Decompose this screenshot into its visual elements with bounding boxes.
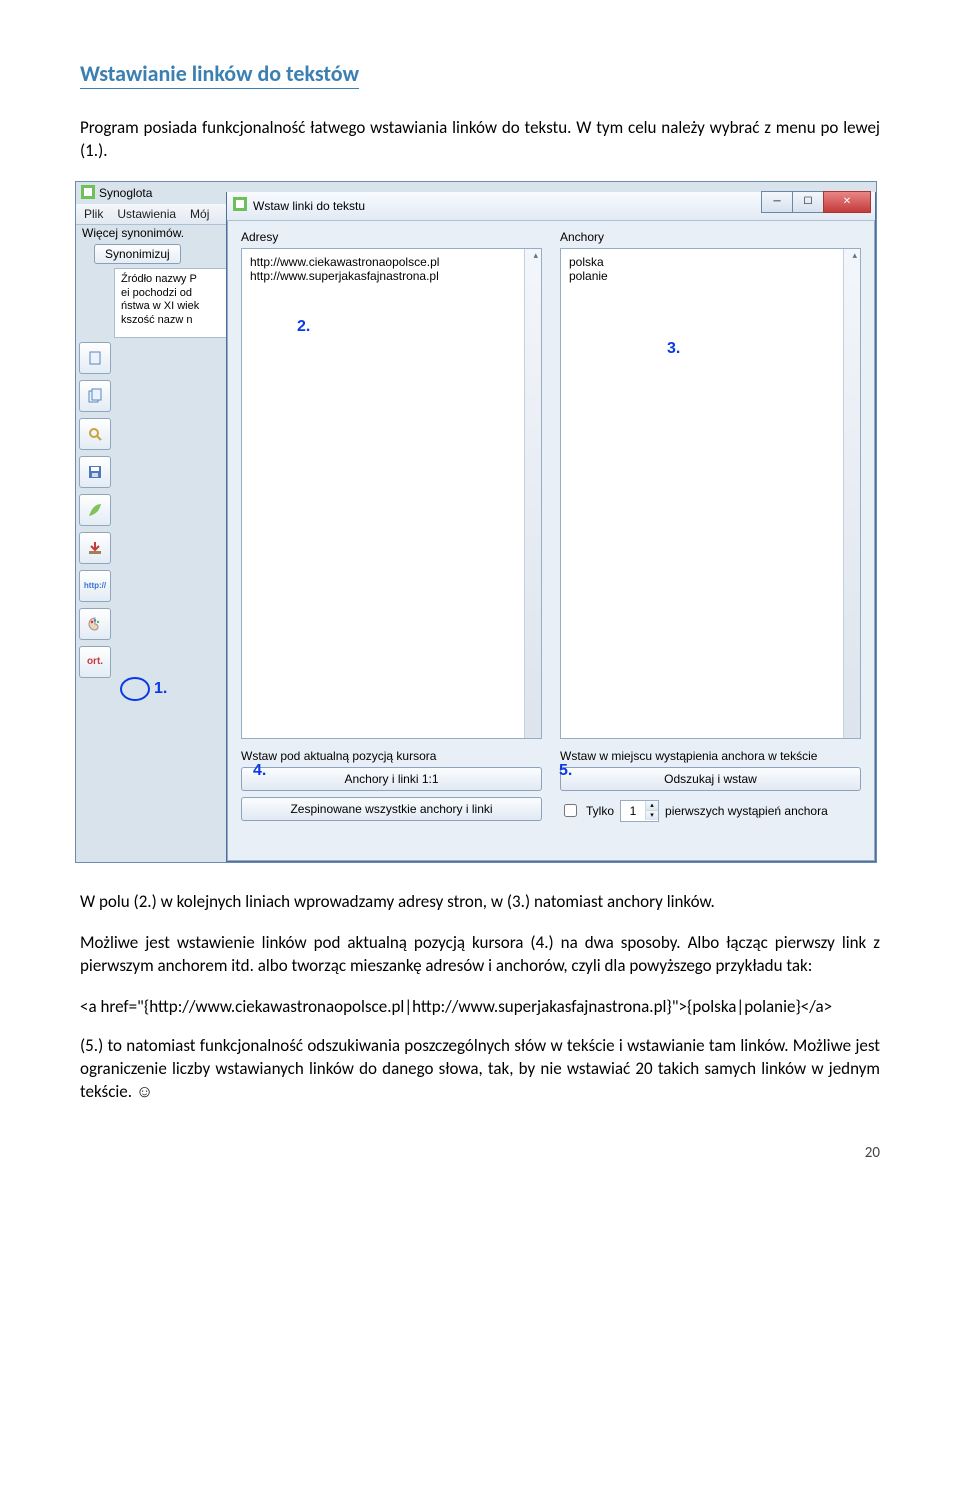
right-section-label: Wstaw w miejscu wystąpienia anchora w te…: [560, 749, 861, 763]
only-label: Tylko: [586, 804, 614, 818]
marker-5: 5.: [559, 762, 572, 780]
dialog-icon: [233, 197, 247, 214]
tool-link-icon[interactable]: http://: [79, 570, 111, 602]
menu-plik[interactable]: Plik: [84, 207, 103, 221]
app-screenshot: Synoglota Plik Ustawienia Mój Więcej syn…: [75, 181, 877, 863]
page-title: Wstawianie linków do tekstów: [80, 60, 359, 89]
window-controls: ─ ☐ ✕: [762, 191, 871, 213]
only-checkbox[interactable]: [564, 804, 577, 817]
code-example: <a href="{http://www.ciekawastronaopolsc…: [80, 996, 880, 1017]
dialog-title-text: Wstaw linki do tekstu: [253, 199, 365, 213]
para-3: Możliwe jest wstawienie linków pod aktua…: [80, 932, 880, 978]
menu-moj[interactable]: Mój: [190, 207, 209, 221]
maximize-button[interactable]: ☐: [792, 191, 824, 213]
adresy-label: Adresy: [241, 230, 542, 244]
intro-paragraph: Program posiada funkcjonalność łatwego w…: [80, 117, 880, 163]
spin-down[interactable]: ▾: [646, 811, 658, 820]
para-4: (5.) to natomiast funkcjonalność odszuki…: [80, 1035, 880, 1104]
minimize-button[interactable]: ─: [761, 191, 793, 213]
bg-window-title-text: Synoglota: [99, 186, 152, 200]
tool-palette-icon[interactable]: [79, 608, 111, 640]
only-suffix-label: pierwszych wystąpień anchora: [665, 804, 828, 818]
tool-docs-icon[interactable]: [79, 380, 111, 412]
bg-window-title: Synoglota: [81, 185, 152, 202]
tool-doc-icon[interactable]: [79, 342, 111, 374]
odszukaj-wstaw-button[interactable]: Odszukaj i wstaw: [560, 767, 861, 791]
page-number: 20: [80, 1144, 880, 1162]
left-section-label: Wstaw pod aktualną pozycją kursora: [241, 749, 542, 763]
marker-4: 4.: [253, 762, 266, 780]
tool-download-icon[interactable]: [79, 532, 111, 564]
spin-up[interactable]: ▴: [646, 801, 658, 811]
anchory-linki-button[interactable]: Anchory i linki 1:1: [241, 767, 542, 791]
more-synonyms-label: Więcej synonimów.: [82, 226, 184, 240]
tool-search-icon[interactable]: [79, 418, 111, 450]
tool-ort-icon[interactable]: ort.: [79, 646, 111, 678]
zespinowane-button[interactable]: Zespinowane wszystkie anchory i linki: [241, 797, 542, 821]
count-input[interactable]: [621, 804, 645, 818]
insert-links-dialog: ─ ☐ ✕ Wstaw linki do tekstu Adresy Ancho…: [226, 192, 876, 862]
marker-1: 1.: [120, 677, 167, 701]
menu-ustawienia[interactable]: Ustawienia: [117, 207, 176, 221]
synonymize-button[interactable]: Synonimizuj: [94, 244, 181, 264]
marker-2: 2.: [297, 318, 310, 336]
para-2: W polu (2.) w kolejnych liniach wprowadz…: [80, 891, 880, 914]
only-first-row: Tylko ▴▾ pierwszych wystąpień anchora: [560, 797, 861, 825]
anchory-textarea[interactable]: [560, 248, 861, 739]
anchory-label: Anchory: [560, 230, 861, 244]
app-icon: [81, 185, 95, 202]
marker-3: 3.: [667, 340, 680, 358]
adresy-textarea[interactable]: [241, 248, 542, 739]
side-toolbar: http:// ort.: [78, 342, 112, 678]
tool-save-icon[interactable]: [79, 456, 111, 488]
count-spinner[interactable]: ▴▾: [620, 800, 659, 822]
close-button[interactable]: ✕: [823, 191, 871, 213]
tool-leaf-icon[interactable]: [79, 494, 111, 526]
